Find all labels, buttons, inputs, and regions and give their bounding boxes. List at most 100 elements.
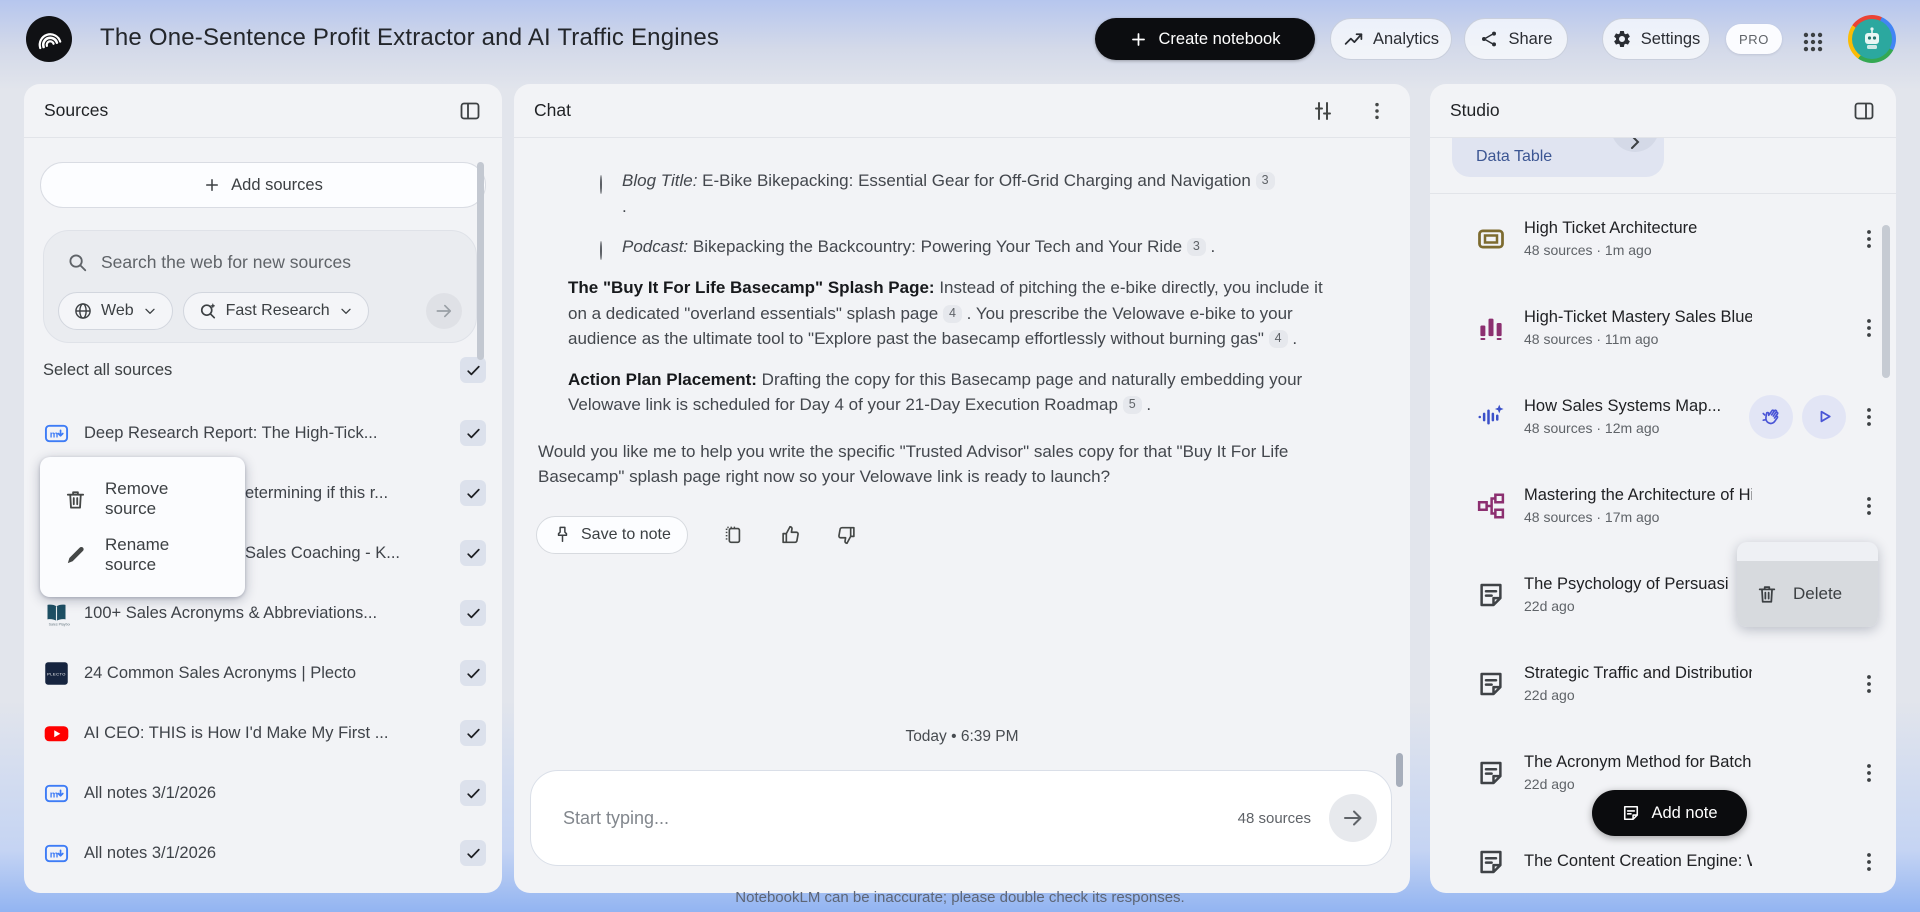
studio-item-more-icon[interactable] <box>1862 672 1876 696</box>
submit-search-button[interactable] <box>426 293 462 329</box>
select-all-sources-row: Select all sources <box>43 356 486 384</box>
citation-chip[interactable]: 3 <box>1255 172 1275 190</box>
add-sources-button[interactable]: Add sources <box>40 162 486 208</box>
nblm-note-icon: m <box>43 780 70 807</box>
studio-item-more-icon[interactable] <box>1862 850 1876 874</box>
chat-paragraph: Would you like me to help you write the … <box>538 439 1318 490</box>
source-row[interactable]: PLECTO 24 Common Sales Acronyms | Plecto <box>24 643 502 703</box>
source-checkbox[interactable] <box>460 420 486 446</box>
copy-icon[interactable] <box>722 523 745 546</box>
studio-item-more-icon[interactable] <box>1862 494 1876 518</box>
chat-timestamp: Today • 6:39 PM <box>905 728 1019 745</box>
source-checkbox[interactable] <box>460 600 486 626</box>
studio-item-more-icon[interactable] <box>1862 405 1876 429</box>
studio-header: Studio <box>1430 84 1896 138</box>
add-note-button[interactable]: Add note <box>1592 790 1747 836</box>
studio-item-meta: 22d ago <box>1524 598 1575 614</box>
source-row[interactable]: m All notes 3/1/2026 <box>24 823 502 883</box>
search-input[interactable] <box>101 251 456 273</box>
studio-item-title: High-Ticket Mastery Sales Blueprint <box>1524 308 1752 326</box>
chat-settings-icon[interactable] <box>1310 98 1336 124</box>
data-table-label: Data Table <box>1476 148 1553 165</box>
studio-item-title: High Ticket Architecture <box>1524 219 1698 237</box>
save-to-note-label: Save to note <box>581 525 671 543</box>
studio-item-text: High Ticket Architecture 48 sources · 1m … <box>1524 219 1697 258</box>
chat-text: Blog Title: E-Bike Bikepacking: Essentia… <box>622 168 1280 219</box>
web-filter-label: Web <box>101 302 134 319</box>
thumbs-down-icon[interactable] <box>836 523 859 546</box>
source-checkbox[interactable] <box>460 660 486 686</box>
source-checkbox[interactable] <box>460 720 486 746</box>
studio-title: Studio <box>1450 100 1500 120</box>
share-icon <box>1479 29 1499 49</box>
notebook-title[interactable]: The One-Sentence Profit Extractor and AI… <box>100 24 719 52</box>
settings-button[interactable]: Settings <box>1602 18 1710 60</box>
user-avatar[interactable] <box>1848 15 1896 63</box>
expand-panel-icon[interactable] <box>1852 99 1876 123</box>
studio-item-text: How Sales Systems Map... 48 sources · 12m… <box>1524 397 1721 436</box>
carousel-next-button[interactable] <box>1611 138 1659 152</box>
delete-label: Delete <box>1793 584 1843 603</box>
studio-item-row[interactable]: High Ticket Architecture 48 sources · 1m … <box>1430 194 1896 283</box>
studio-item-more-icon[interactable] <box>1862 761 1876 785</box>
interactive-mode-button[interactable] <box>1749 394 1793 439</box>
list-marker <box>546 275 568 352</box>
studio-item-row[interactable]: Mastering the Architecture of High... 48 … <box>1430 461 1896 550</box>
thumbs-up-icon[interactable] <box>779 523 802 546</box>
studio-item-meta: 48 sources · 17m ago <box>1524 509 1660 525</box>
source-row[interactable]: m All notes 3/1/2026 <box>24 763 502 823</box>
source-row[interactable]: AI CEO: THIS is How I'd Make My First ..… <box>24 703 502 763</box>
add-note-label: Add note <box>1651 803 1718 822</box>
chat-text: Podcast: Bikepacking the Backcountry: Po… <box>622 237 1216 256</box>
studio-item-row[interactable]: How Sales Systems Map... 48 sources · 12m… <box>1430 372 1896 461</box>
chat-bullet-item: The "Buy It For Life Basecamp" Splash Pa… <box>546 275 1336 352</box>
chat-input[interactable] <box>563 807 1238 829</box>
studio-item-row[interactable]: High-Ticket Mastery Sales Blueprint 48 so… <box>1430 283 1896 372</box>
save-to-note-button[interactable]: Save to note <box>536 515 688 554</box>
source-checkbox[interactable] <box>460 780 486 806</box>
studio-item-more-icon[interactable] <box>1862 227 1876 251</box>
sources-panel: Sources Add sources Search the web for n… <box>24 84 502 893</box>
create-notebook-label: Create notebook <box>1158 29 1281 48</box>
citation-chip[interactable]: 4 <box>943 304 962 323</box>
rename-source-menu-item[interactable]: Rename source <box>40 527 245 583</box>
send-message-button[interactable] <box>1329 794 1377 842</box>
source-row[interactable]: m Deep Research Report: The High-Tick... <box>24 403 502 463</box>
notebooklm-logo-icon[interactable] <box>26 16 72 62</box>
sources-scrollbar[interactable] <box>477 162 484 360</box>
source-checkbox[interactable] <box>460 480 486 506</box>
delete-menu-item[interactable]: Delete <box>1737 561 1878 627</box>
top-header: The One-Sentence Profit Extractor and AI… <box>0 0 1920 84</box>
studio-context-menu: Delete <box>1737 542 1878 627</box>
disclaimer-text: NotebookLM can be inaccurate; please dou… <box>735 889 1185 906</box>
play-audio-button[interactable] <box>1802 394 1846 439</box>
trending-up-icon <box>1343 29 1364 50</box>
search-icon <box>66 251 88 273</box>
google-apps-grid-icon[interactable] <box>1797 26 1829 58</box>
research-mode-dropdown[interactable]: Fast Research <box>182 292 369 330</box>
citation-chip[interactable]: 4 <box>1268 330 1288 348</box>
note-icon <box>1476 580 1506 610</box>
share-button[interactable]: Share <box>1464 18 1568 60</box>
chat-scrollbar[interactable] <box>1396 753 1403 787</box>
citation-chip[interactable]: 3 <box>1186 238 1206 256</box>
analytics-button[interactable]: Analytics <box>1330 18 1452 60</box>
chat-text: The "Buy It For Life Basecamp" Splash Pa… <box>568 278 1323 348</box>
data-table-chip[interactable]: Data Table <box>1452 138 1664 177</box>
source-title: Deep Research Report: The High-Tick... <box>84 423 378 442</box>
remove-source-label: Remove source <box>105 479 169 518</box>
collapse-panel-icon[interactable] <box>458 99 482 123</box>
studio-item-text: Mastering the Architecture of High... 48 … <box>1524 486 1752 525</box>
fast-research-icon <box>198 301 218 321</box>
citation-chip[interactable]: 5 <box>1122 396 1142 414</box>
source-checkbox[interactable] <box>460 840 486 866</box>
studio-item-row[interactable]: Strategic Traffic and Distribution... 22d… <box>1430 639 1896 728</box>
studio-scrollbar[interactable] <box>1882 225 1890 378</box>
remove-source-menu-item[interactable]: Remove source <box>40 471 245 527</box>
source-checkbox[interactable] <box>460 540 486 566</box>
chat-more-menu-icon[interactable] <box>1364 98 1390 124</box>
select-all-checkbox[interactable] <box>460 357 486 383</box>
web-filter-dropdown[interactable]: Web <box>58 292 173 330</box>
create-notebook-button[interactable]: Create notebook <box>1095 18 1315 60</box>
studio-item-more-icon[interactable] <box>1862 316 1876 340</box>
